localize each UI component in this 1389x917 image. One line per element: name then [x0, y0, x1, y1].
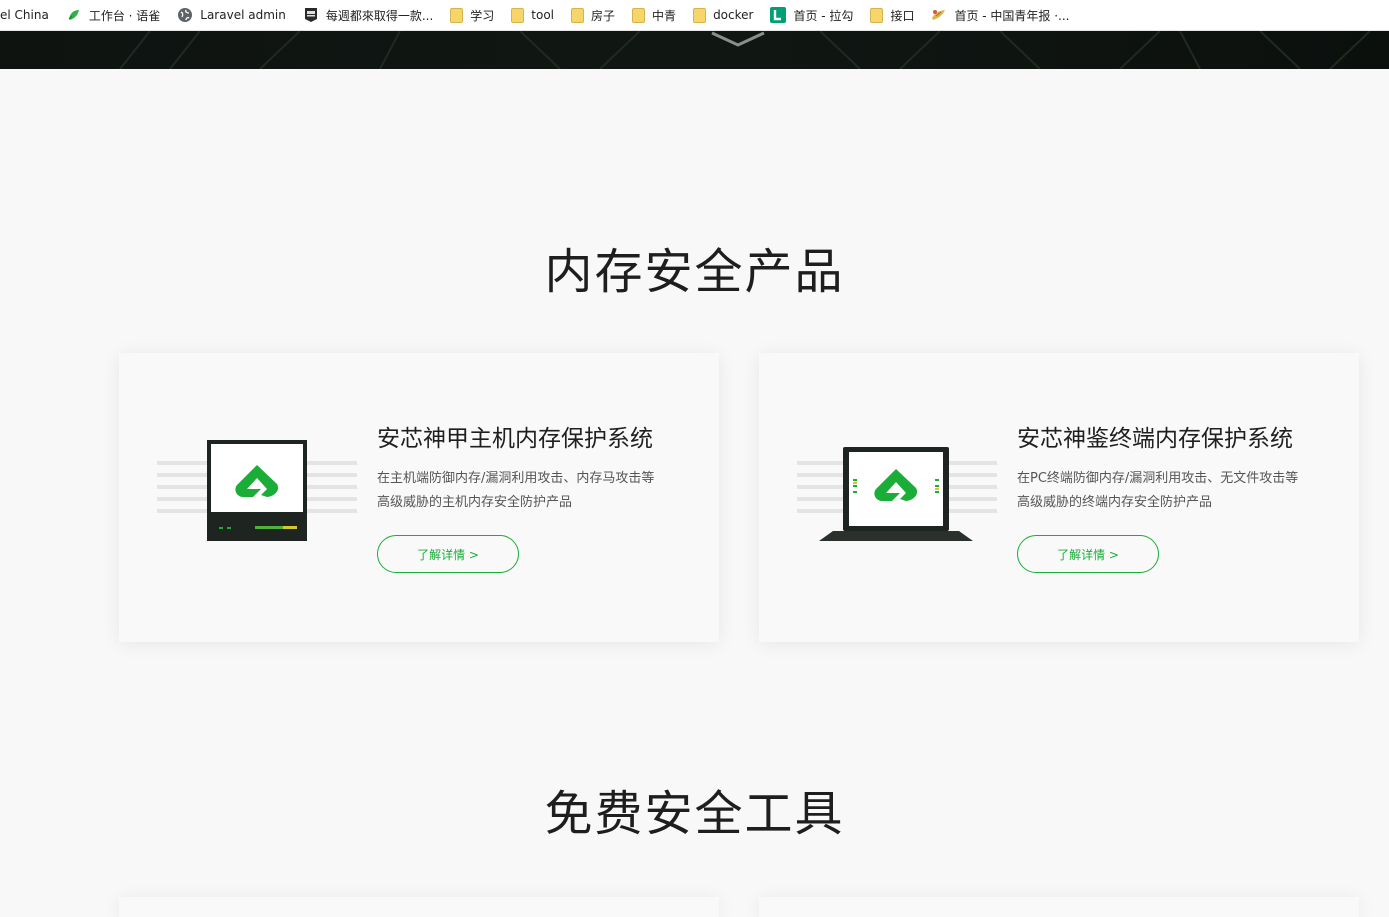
learn-more-button[interactable]: 了解详情 > [1017, 535, 1159, 573]
bookmark-label: Laravel admin [200, 8, 286, 22]
product-title: 安芯神鉴终端内存保护系统 [1017, 426, 1293, 452]
bookmark-item[interactable]: 学习 [443, 3, 501, 27]
folder-icon [632, 7, 646, 23]
epic-icon [303, 7, 319, 23]
folder-icon [870, 7, 884, 23]
news-icon [931, 7, 947, 23]
section-title-tools: 免费安全工具 [544, 786, 845, 842]
product-desc-line: 在主机端防御内存/漏洞利用攻击、内存马攻击等 [377, 471, 655, 486]
product-desc-line: 高级威胁的终端内存安全防护产品 [1017, 495, 1213, 510]
bookmark-label: 首页 - 中国青年报 ·... [954, 8, 1070, 23]
product-description: 在主机端防御内存/漏洞利用攻击、内存马攻击等 高级威胁的主机内存安全防护产品 [377, 467, 697, 515]
hero-banner [0, 31, 1389, 69]
lagou-icon [770, 7, 787, 23]
bookmark-label: tool [531, 8, 555, 22]
product-desc-line: 高级威胁的主机内存安全防护产品 [377, 495, 573, 510]
bookmark-label: el China [0, 8, 49, 22]
folder-icon [693, 7, 707, 23]
globe-icon [177, 7, 193, 23]
bookmark-label: 工作台 · 语雀 [88, 8, 161, 23]
bookmark-item[interactable]: 中青 [625, 3, 683, 27]
tool-card [119, 897, 719, 917]
bookmark-item[interactable]: docker [686, 3, 760, 27]
folder-icon [450, 7, 464, 23]
server-icon [155, 437, 359, 547]
bookmark-label: 房子 [591, 8, 616, 23]
section-title-memory: 内存安全产品 [544, 244, 845, 300]
bookmark-label: docker [713, 8, 754, 22]
product-description: 在PC终端防御内存/漏洞利用攻击、无文件攻击等 高级威胁的终端内存安全防护产品 [1017, 467, 1337, 515]
product-card-host: 安芯神甲主机内存保护系统 在主机端防御内存/漏洞利用攻击、内存马攻击等 高级威胁… [119, 353, 719, 642]
bookmark-item[interactable]: 每週都來取得一款... [296, 3, 440, 27]
product-card-endpoint: 安芯神鉴终端内存保护系统 在PC终端防御内存/漏洞利用攻击、无文件攻击等 高级威… [759, 353, 1359, 642]
bookmark-label: 首页 - 拉勾 [793, 8, 854, 23]
bookmark-item[interactable]: 接口 [863, 3, 921, 27]
laptop-icon [795, 437, 999, 547]
bookmark-item[interactable]: tool [504, 3, 561, 27]
folder-icon [511, 7, 525, 23]
bookmark-item[interactable]: 工作台 · 语雀 [59, 3, 167, 27]
yuque-icon [66, 7, 82, 23]
bookmark-label: 每週都來取得一款... [325, 8, 434, 23]
product-desc-line: 在PC终端防御内存/漏洞利用攻击、无文件攻击等 [1017, 471, 1299, 486]
bookmarks-bar: el China 工作台 · 语雀 Laravel admin 每週都來取得一款… [0, 0, 1389, 31]
bookmark-item[interactable]: 房子 [564, 3, 622, 27]
bookmark-item[interactable]: el China [0, 3, 56, 27]
folder-icon [571, 7, 585, 23]
learn-more-button[interactable]: 了解详情 > [377, 535, 519, 573]
bookmark-label: 学习 [470, 8, 495, 23]
bookmark-item[interactable]: 首页 - 拉勾 [763, 3, 860, 27]
bookmark-item[interactable]: 首页 - 中国青年报 ·... [924, 3, 1076, 27]
bookmark-label: 接口 [890, 8, 915, 23]
tool-card [759, 897, 1359, 917]
product-title: 安芯神甲主机内存保护系统 [377, 426, 653, 452]
bookmark-item[interactable]: Laravel admin [170, 3, 293, 27]
bookmark-label: 中青 [652, 8, 677, 23]
